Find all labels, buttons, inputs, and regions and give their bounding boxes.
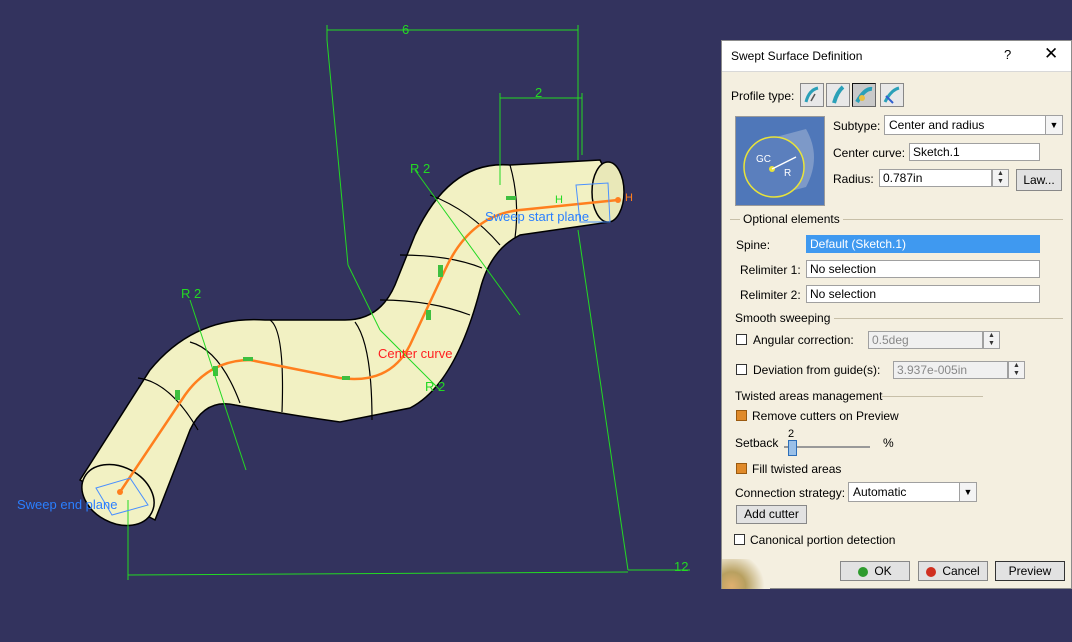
circle-profile-button[interactable] bbox=[852, 83, 876, 107]
optional-elements-heading: Optional elements bbox=[740, 212, 843, 226]
center-curve-label[interactable]: Center curve bbox=[378, 346, 452, 361]
ok-button[interactable]: OK bbox=[840, 561, 910, 581]
close-button[interactable]: ✕ bbox=[1044, 44, 1058, 64]
deviation-checkbox[interactable] bbox=[736, 364, 747, 375]
constraint-h1: H bbox=[555, 194, 563, 206]
start-point bbox=[615, 197, 621, 203]
radius-label-top[interactable]: R 2 bbox=[410, 161, 430, 176]
circle-profile-icon bbox=[855, 86, 873, 104]
profile-type-label: Profile type: bbox=[731, 89, 795, 103]
canonical-portion-label: Canonical portion detection bbox=[750, 533, 896, 547]
deviation-spinner[interactable]: ▲ ▼ bbox=[1008, 361, 1025, 379]
preview-gc-text: GC bbox=[756, 154, 771, 165]
spine-label: Spine: bbox=[736, 238, 771, 252]
dialog-title: Swept Surface Definition bbox=[731, 49, 863, 63]
subtype-select[interactable]: Center and radius ▼ bbox=[884, 115, 1063, 135]
center-curve-label: Center curve: bbox=[833, 146, 906, 160]
dimension-label-top[interactable]: 6 bbox=[402, 22, 409, 37]
remove-cutters-label: Remove cutters on Preview bbox=[752, 409, 899, 423]
radius-field[interactable]: 0.787in bbox=[879, 169, 992, 187]
deviation-field[interactable]: 3.937e-005in bbox=[893, 361, 1008, 379]
angular-correction-field[interactable]: 0.5deg bbox=[868, 331, 983, 349]
cancel-label: Cancel bbox=[942, 564, 980, 578]
twisted-areas-heading: Twisted areas management bbox=[735, 389, 883, 403]
cancel-button[interactable]: Cancel bbox=[918, 561, 988, 581]
explicit-profile-icon bbox=[804, 86, 819, 103]
radius-label-mid[interactable]: R 2 bbox=[425, 379, 445, 394]
relimiter1-label: Relimiter 1: bbox=[740, 263, 801, 277]
preview-button[interactable]: Preview bbox=[995, 561, 1065, 581]
preview-r-text: R bbox=[784, 168, 791, 179]
radius-spinner[interactable]: ▲ ▼ bbox=[992, 169, 1009, 187]
conic-profile-button[interactable] bbox=[880, 83, 904, 107]
dimension-label-bottom[interactable]: 12 bbox=[674, 559, 688, 574]
center-curve-field[interactable]: Sketch.1 bbox=[909, 143, 1040, 161]
remove-cutters-checkbox[interactable] bbox=[736, 410, 747, 421]
fill-twisted-label: Fill twisted areas bbox=[752, 462, 842, 476]
sweep-start-plane-label[interactable]: Sweep start plane bbox=[485, 209, 589, 224]
connection-strategy-select[interactable]: Automatic ▼ bbox=[848, 482, 977, 502]
conic-profile-icon bbox=[883, 86, 900, 104]
cancel-icon bbox=[926, 566, 937, 577]
add-cutter-button[interactable]: Add cutter bbox=[736, 505, 807, 524]
relimiter2-field[interactable]: No selection bbox=[806, 285, 1040, 303]
setback-value: 2 bbox=[788, 428, 795, 440]
connection-strategy-value: Automatic bbox=[853, 485, 907, 499]
relimiter1-field[interactable]: No selection bbox=[806, 260, 1040, 278]
chevron-down-icon[interactable]: ▼ bbox=[959, 483, 976, 501]
circle-sweep-preview-icon: GC R bbox=[743, 129, 814, 198]
angular-correction-checkbox[interactable] bbox=[736, 334, 747, 345]
fill-twisted-checkbox[interactable] bbox=[736, 463, 747, 474]
chevron-down-icon[interactable]: ▼ bbox=[1045, 116, 1062, 134]
line-profile-icon bbox=[832, 85, 845, 104]
angular-correction-label: Angular correction: bbox=[753, 333, 854, 347]
help-button[interactable]: ? bbox=[1004, 47, 1011, 62]
profile-preview-image: GC R bbox=[735, 116, 825, 206]
constraint-h2: H bbox=[625, 192, 633, 204]
explicit-profile-button[interactable] bbox=[800, 83, 824, 107]
setback-slider-thumb[interactable] bbox=[788, 440, 798, 456]
subtype-label: Subtype: bbox=[833, 119, 881, 133]
relimiter2-label: Relimiter 2: bbox=[740, 288, 801, 302]
subtype-value: Center and radius bbox=[889, 118, 985, 132]
law-button[interactable]: Law... bbox=[1016, 169, 1062, 191]
catia-logo-image bbox=[722, 559, 770, 589]
sweep-end-plane-label[interactable]: Sweep end plane bbox=[17, 497, 117, 512]
setback-unit: % bbox=[883, 436, 894, 450]
ok-icon bbox=[858, 566, 869, 577]
ok-label: OK bbox=[874, 564, 892, 578]
deviation-label: Deviation from guide(s): bbox=[753, 363, 881, 377]
swept-surface-dialog: Swept Surface Definition ? ✕ Profile typ… bbox=[721, 40, 1072, 589]
setback-label: Setback bbox=[735, 436, 779, 450]
dialog-titlebar[interactable]: Swept Surface Definition ? ✕ bbox=[722, 41, 1071, 72]
radius-label: Radius: bbox=[833, 172, 874, 186]
dimension-label-small[interactable]: 2 bbox=[535, 85, 542, 100]
spine-field[interactable]: Default (Sketch.1) bbox=[806, 235, 1040, 253]
radius-label-left[interactable]: R 2 bbox=[181, 286, 201, 301]
angular-correction-spinner[interactable]: ▲ ▼ bbox=[983, 331, 1000, 349]
connection-strategy-label: Connection strategy: bbox=[735, 486, 846, 500]
canonical-portion-checkbox[interactable] bbox=[734, 534, 745, 545]
end-point bbox=[117, 489, 123, 495]
line-profile-button[interactable] bbox=[826, 83, 850, 107]
smooth-sweeping-heading: Smooth sweeping bbox=[735, 311, 831, 325]
